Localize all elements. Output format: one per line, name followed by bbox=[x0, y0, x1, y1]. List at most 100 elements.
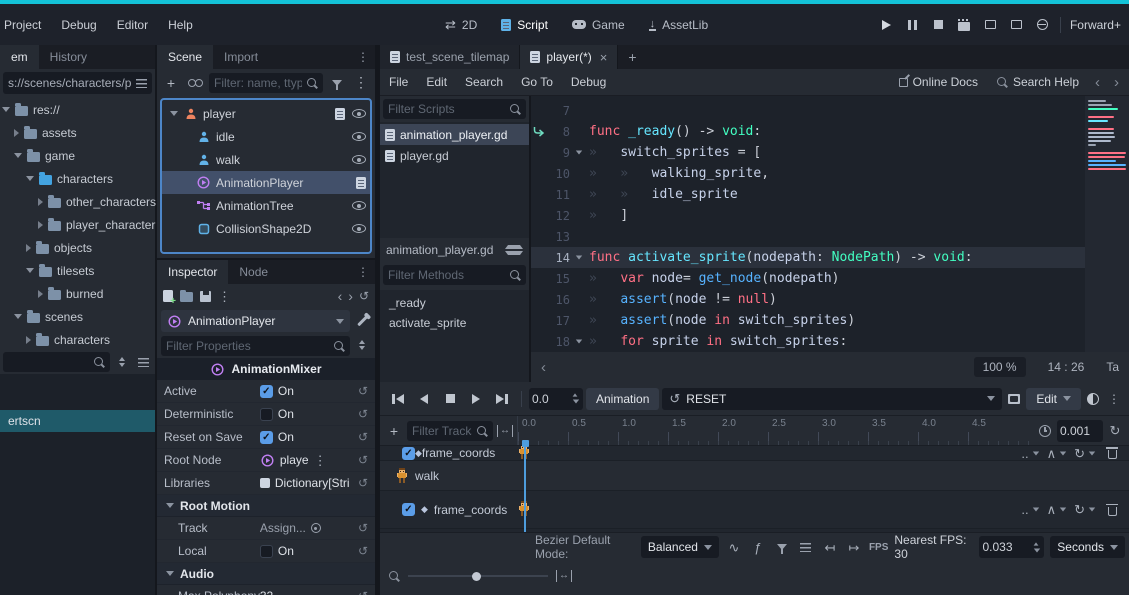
animation-panel-menu-button[interactable]: ⋮ bbox=[1105, 390, 1123, 408]
movie-mode-button[interactable] bbox=[952, 13, 977, 37]
delete-track-button[interactable] bbox=[1103, 501, 1121, 519]
tab-scene[interactable]: Scene bbox=[157, 45, 213, 69]
filter-tracks-input[interactable] bbox=[407, 421, 493, 441]
instance-scene-button[interactable] bbox=[185, 73, 205, 93]
node-eye-icon[interactable] bbox=[352, 224, 366, 233]
node-picker-menu[interactable]: ⋮ bbox=[314, 454, 327, 467]
pick-node-icon[interactable] bbox=[311, 523, 321, 533]
file-list-display-mode-icon[interactable] bbox=[136, 79, 147, 88]
tab-import[interactable]: Import bbox=[213, 45, 269, 69]
scene-node-player[interactable]: player bbox=[162, 102, 370, 125]
snap-step-spinner[interactable] bbox=[1057, 420, 1103, 442]
script-menu-debug[interactable]: Debug bbox=[562, 71, 615, 93]
save-resource-icon[interactable] bbox=[200, 291, 211, 302]
property-active[interactable]: Active✓On↺ bbox=[157, 380, 375, 403]
ease-in-button[interactable]: ↤ bbox=[821, 538, 839, 556]
fit-to-panel-button[interactable]: ↔ bbox=[496, 422, 514, 440]
fit-icon[interactable]: ↔ bbox=[556, 570, 572, 582]
ease-out-button[interactable]: ↦ bbox=[845, 538, 863, 556]
scene-tab-test-scene-tilemap[interactable]: test_scene_tilemap bbox=[380, 45, 520, 69]
node-eye-icon[interactable] bbox=[352, 132, 366, 141]
fs-folder-assets[interactable]: assets bbox=[0, 121, 155, 144]
expander-icon[interactable] bbox=[26, 336, 31, 344]
fs-folder-characters[interactable]: characters bbox=[0, 328, 155, 351]
node-script-icon[interactable] bbox=[335, 108, 345, 120]
load-resource-icon[interactable] bbox=[180, 292, 193, 302]
fold-icon[interactable] bbox=[572, 150, 585, 155]
play-button[interactable] bbox=[874, 13, 899, 37]
timeline-ruler[interactable]: 0.00.51.01.52.02.53.03.54.04.5 bbox=[517, 416, 1033, 445]
loop-wrap-mode-select[interactable]: ↻ bbox=[1074, 503, 1096, 516]
expander-icon[interactable] bbox=[170, 111, 178, 116]
loop-button[interactable]: ↻ bbox=[1106, 422, 1124, 440]
history-menu-icon[interactable]: ↺ bbox=[359, 289, 369, 303]
renderer-select[interactable]: Forward+ bbox=[1066, 18, 1127, 32]
menu-project[interactable]: Project bbox=[0, 13, 51, 37]
property-max-polyphony[interactable]: Max Polyphony32↺ bbox=[157, 585, 375, 595]
expander-icon[interactable] bbox=[14, 153, 22, 158]
fps-toggle[interactable]: FPS bbox=[869, 542, 888, 553]
skip-to-end-button[interactable] bbox=[490, 388, 514, 410]
menu-help[interactable]: Help bbox=[158, 13, 203, 37]
expander-icon[interactable] bbox=[26, 268, 34, 273]
scene-node-idle[interactable]: idle bbox=[162, 125, 370, 148]
fs-folder-scenes[interactable]: scenes bbox=[0, 305, 155, 328]
code-line[interactable]: 10» » walking_sprite, bbox=[531, 163, 1129, 184]
current-animation-select[interactable]: ↺ RESET bbox=[662, 388, 1002, 410]
tab-inspector[interactable]: Inspector bbox=[157, 260, 228, 284]
play-custom-scene-button[interactable] bbox=[1004, 13, 1029, 37]
script-menu-search[interactable]: Search bbox=[456, 71, 512, 93]
property-local[interactable]: Local✓On↺ bbox=[157, 540, 375, 563]
interpolation-mode-select[interactable]: ∧ bbox=[1047, 447, 1068, 460]
property-track[interactable]: TrackAssign...↺ bbox=[157, 517, 375, 540]
code-line[interactable]: 15» var node= get_node(nodepath) bbox=[531, 268, 1129, 289]
editor-zoom[interactable]: 100 % bbox=[974, 357, 1026, 377]
revert-icon[interactable]: ↺ bbox=[358, 453, 368, 467]
function-button[interactable]: ƒ bbox=[749, 538, 767, 556]
node-eye-icon[interactable] bbox=[352, 109, 366, 118]
node-eye-icon[interactable] bbox=[352, 201, 366, 210]
filesystem-path-bar[interactable]: s://scenes/characters/pl bbox=[3, 72, 152, 94]
revert-icon[interactable]: ↺ bbox=[358, 544, 368, 558]
scene-tabs-menu-button[interactable]: ⋮ bbox=[351, 45, 375, 69]
revert-icon[interactable]: ↺ bbox=[358, 384, 368, 398]
line-gutter[interactable]: 7 bbox=[531, 104, 585, 118]
track-enabled-checkbox[interactable]: ✓ bbox=[402, 447, 415, 460]
section-audio[interactable]: Audio bbox=[157, 563, 375, 585]
code-line[interactable]: 8func _ready() -> void: bbox=[531, 121, 1129, 142]
split-mode-button[interactable] bbox=[134, 353, 152, 371]
script-menu-file[interactable]: File bbox=[380, 71, 417, 93]
scene-node-collisionshape2d[interactable]: CollisionShape2D bbox=[162, 217, 370, 240]
history-back-button[interactable]: ‹ bbox=[338, 288, 343, 304]
expander-icon[interactable] bbox=[14, 129, 19, 137]
timeline-playhead[interactable] bbox=[524, 440, 526, 532]
revert-icon[interactable]: ↺ bbox=[358, 521, 368, 535]
interpolation-mode-select[interactable]: ∧ bbox=[1047, 503, 1068, 516]
tab-node[interactable]: Node bbox=[228, 260, 279, 284]
script-menu-go-to[interactable]: Go To bbox=[512, 71, 562, 93]
play-backwards-button[interactable] bbox=[412, 388, 436, 410]
close-icon[interactable]: × bbox=[600, 50, 608, 65]
expander-icon[interactable] bbox=[26, 176, 34, 181]
workspace-game[interactable]: Game bbox=[563, 13, 634, 37]
code-line[interactable]: 11» » idle_sprite bbox=[531, 184, 1129, 205]
script-history-forward-button[interactable]: › bbox=[1108, 74, 1125, 91]
loop-wrap-mode-select[interactable]: ↻ bbox=[1074, 447, 1096, 460]
code-line[interactable]: 12» ] bbox=[531, 205, 1129, 226]
expand-sections-button[interactable] bbox=[353, 336, 371, 354]
stop-button[interactable] bbox=[926, 13, 951, 37]
spinner-arrows[interactable] bbox=[1033, 542, 1041, 553]
method-activate-sprite[interactable]: activate_sprite bbox=[380, 313, 529, 333]
property-root-node[interactable]: Root Nodeplaye⋮↺ bbox=[157, 449, 375, 472]
filesystem-search-input[interactable] bbox=[3, 352, 110, 372]
autoplay-on-load-button[interactable] bbox=[1005, 390, 1023, 408]
workspace-assetlib[interactable]: AssetLib bbox=[640, 13, 718, 37]
expander-icon[interactable] bbox=[14, 314, 22, 319]
revert-icon[interactable]: ↺ bbox=[358, 430, 368, 444]
property-deterministic[interactable]: Deterministic✓On↺ bbox=[157, 403, 375, 426]
fold-icon[interactable] bbox=[572, 339, 585, 344]
fs-folder-res[interactable]: res:// bbox=[0, 98, 155, 121]
cursor-position[interactable]: 14 : 26 bbox=[1048, 360, 1085, 374]
bezier-mode-select[interactable]: Balanced bbox=[641, 536, 719, 558]
fs-folder-other-characters[interactable]: other_characters bbox=[0, 190, 155, 213]
